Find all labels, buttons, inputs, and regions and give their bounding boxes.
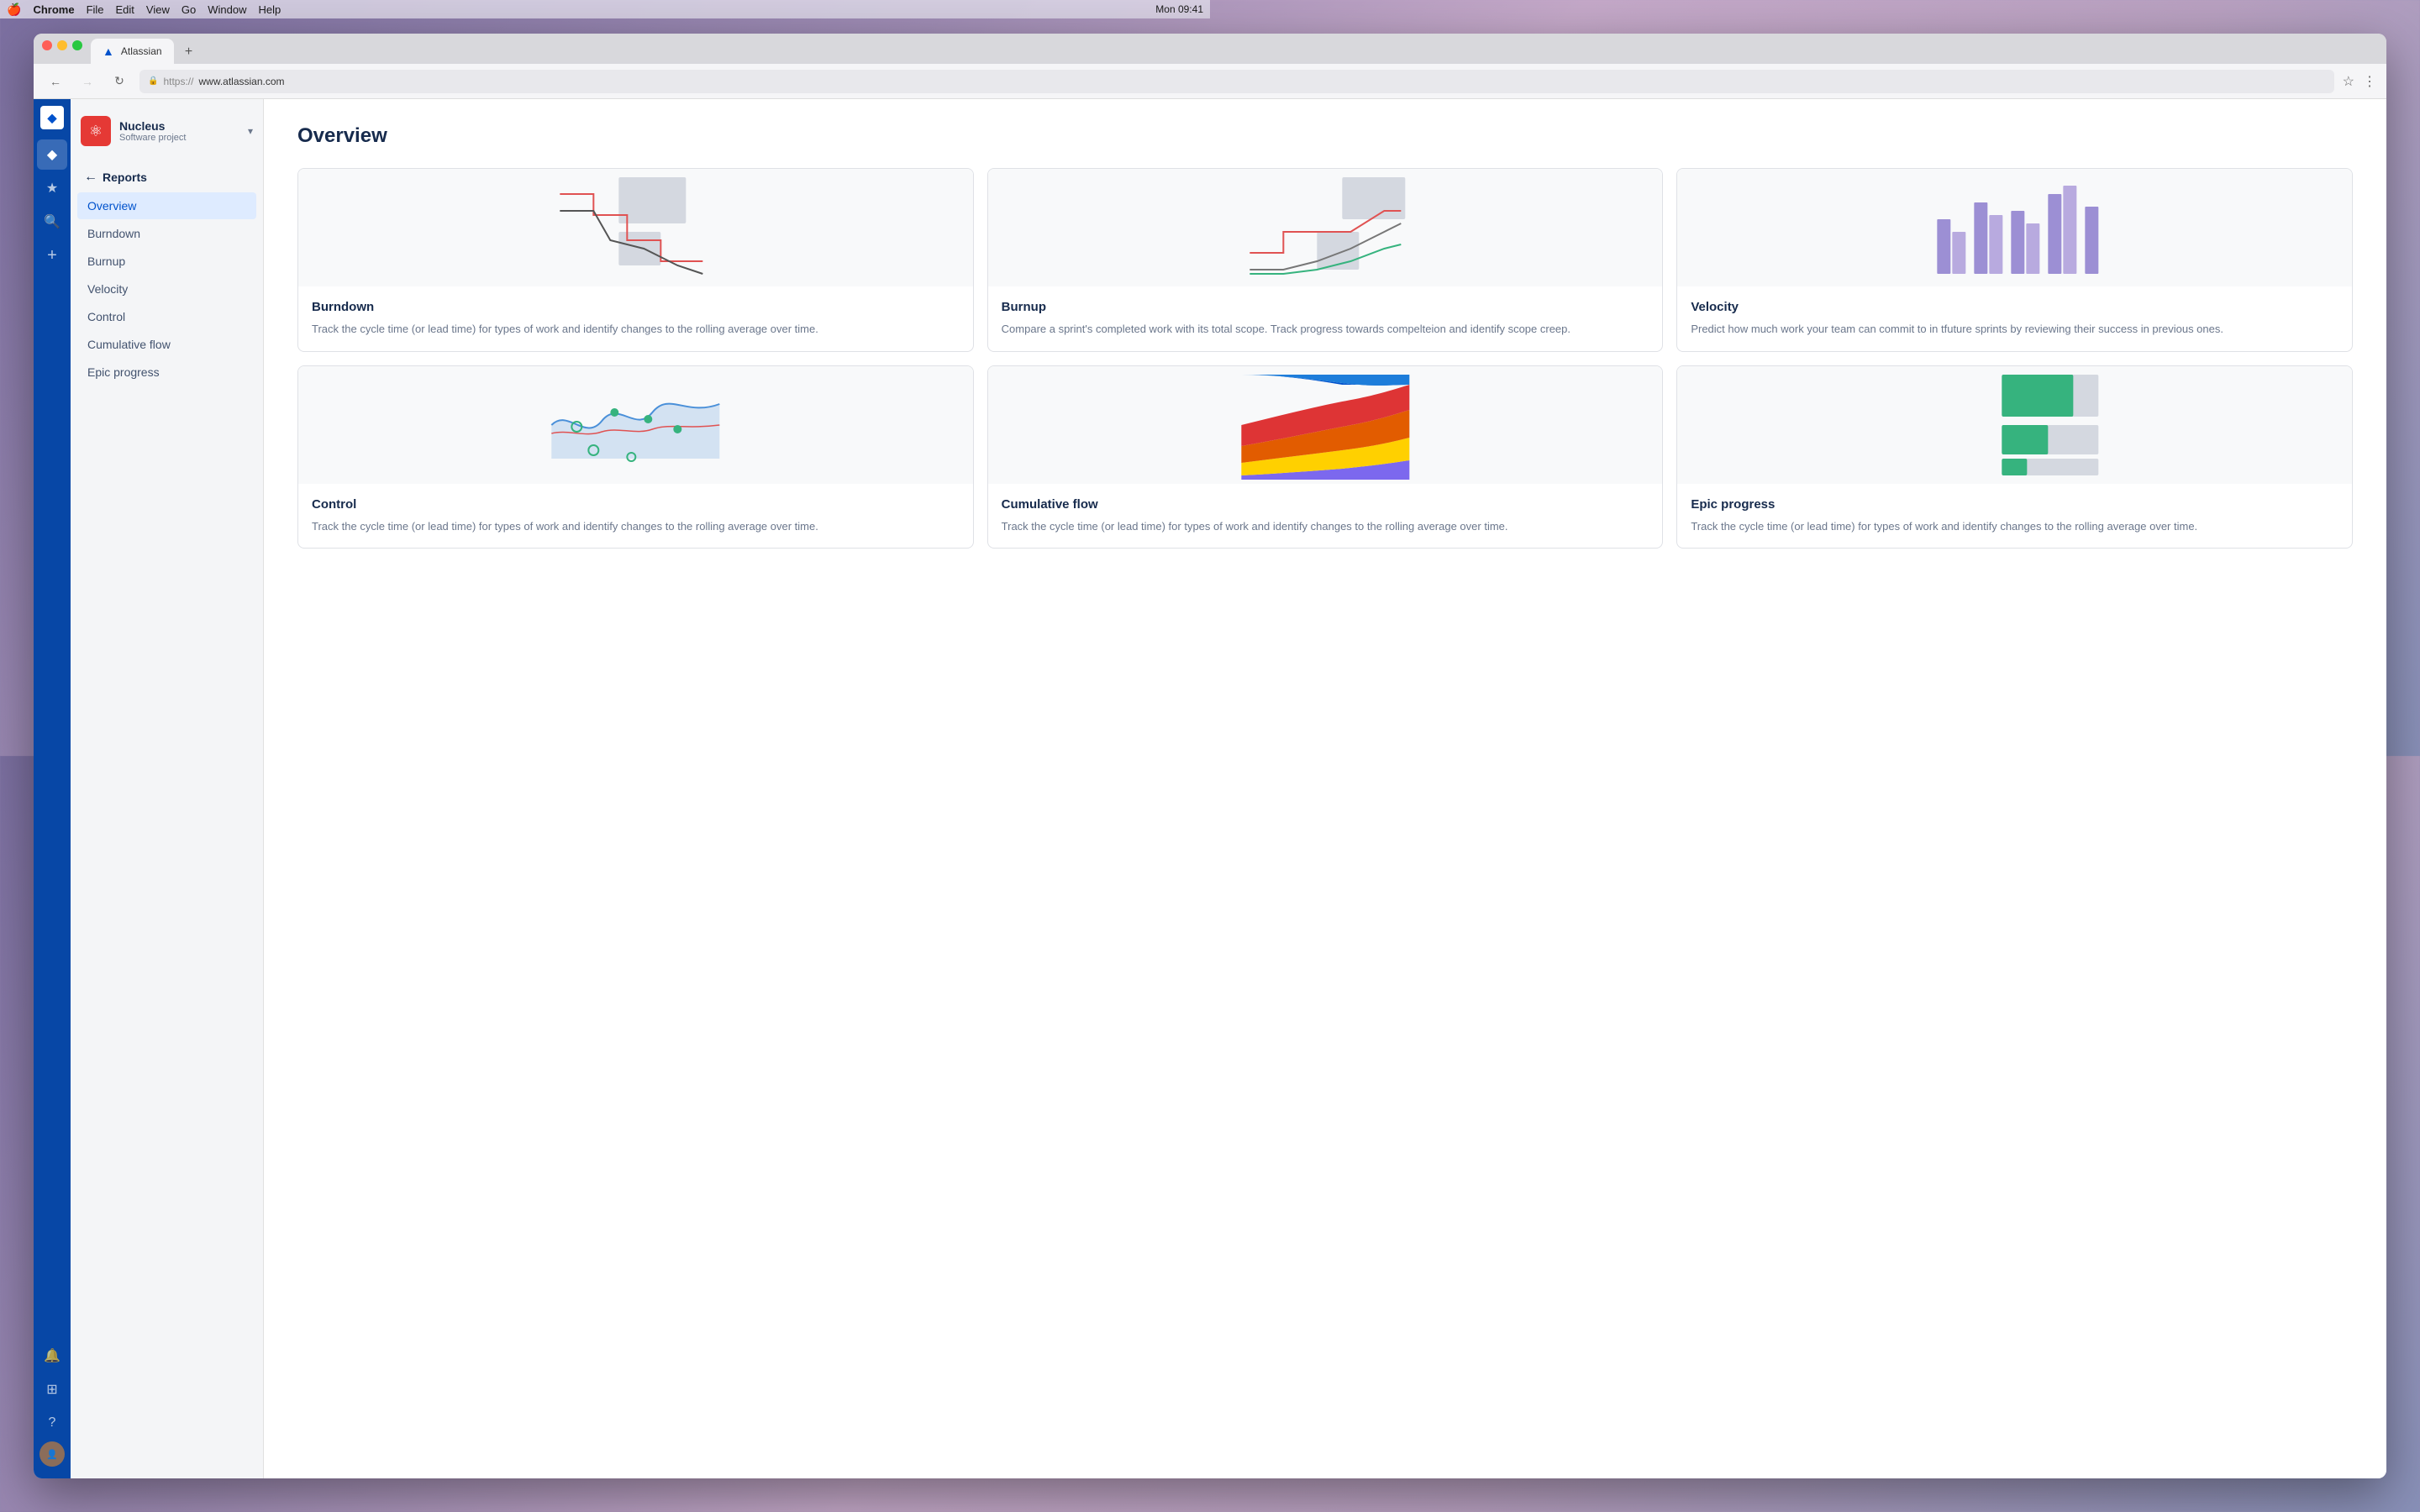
url-protocol: https:// (163, 76, 193, 87)
cumulative-flow-title: Cumulative flow (1002, 497, 1649, 512)
menubar-time: Mon 09:41 (1155, 3, 1203, 15)
burnup-desc: Compare a sprint's completed work with i… (1002, 321, 1649, 338)
home-icon[interactable]: ◆ (37, 139, 67, 170)
cumulative-flow-card[interactable]: Cumulative flow Track the cycle time (or… (987, 365, 1664, 549)
new-tab-button[interactable]: + (179, 42, 199, 62)
burndown-card-body: Burndown Track the cycle time (or lead t… (298, 286, 973, 351)
epic-progress-title: Epic progress (1691, 497, 2338, 512)
menubar: 🍎 Chrome File Edit View Go Window Help M… (0, 0, 1210, 18)
control-title: Control (312, 497, 960, 512)
active-tab[interactable]: ▲ Atlassian (91, 39, 174, 64)
sidebar-item-burndown[interactable]: Burndown (77, 220, 256, 247)
velocity-card-body: Velocity Predict how much work your team… (1677, 286, 2352, 351)
main-content: Overview (264, 99, 2386, 1478)
cards-grid: Burndown Track the cycle time (or lead t… (297, 168, 2353, 549)
page-title: Overview (297, 124, 2353, 148)
forward-nav-button[interactable]: → (76, 70, 99, 93)
control-desc: Track the cycle time (or lead time) for … (312, 518, 960, 535)
sidebar-item-overview[interactable]: Overview (77, 192, 256, 219)
sidebar-back-label: Reports (103, 171, 147, 184)
atlassian-favicon: ▲ (103, 45, 114, 58)
cumulative-flow-card-body: Cumulative flow Track the cycle time (or… (988, 484, 1663, 549)
back-arrow-icon: ← (84, 170, 97, 185)
project-header: ⚛ Nucleus Software project ▾ (71, 109, 263, 153)
sidebar-item-velocity[interactable]: Velocity (77, 276, 256, 302)
starred-icon[interactable]: ★ (37, 173, 67, 203)
notifications-icon[interactable]: 🔔 (37, 1341, 67, 1371)
apps-icon[interactable]: ⊞ (37, 1374, 67, 1404)
tab-bar: ▲ Atlassian + (34, 34, 2386, 64)
burndown-desc: Track the cycle time (or lead time) for … (312, 321, 960, 338)
menubar-view[interactable]: View (146, 3, 170, 16)
burndown-card[interactable]: Burndown Track the cycle time (or lead t… (297, 168, 974, 352)
control-card[interactable]: Control Track the cycle time (or lead ti… (297, 365, 974, 549)
tab-label: Atlassian (121, 45, 162, 57)
cumulative-flow-chart (988, 366, 1663, 484)
back-nav-button[interactable]: ← (44, 70, 67, 93)
velocity-title: Velocity (1691, 300, 2338, 314)
atlassian-logo[interactable]: ◆ (40, 106, 64, 129)
project-name: Nucleus (119, 119, 239, 133)
burnup-card-body: Burnup Compare a sprint's completed work… (988, 286, 1663, 351)
sidebar-item-epic-progress[interactable]: Epic progress (77, 359, 256, 386)
velocity-desc: Predict how much work your team can comm… (1691, 321, 2338, 338)
burndown-title: Burndown (312, 300, 960, 314)
sidebar: ⚛ Nucleus Software project ▾ ← Reports O… (71, 99, 264, 1478)
search-icon[interactable]: 🔍 (37, 207, 67, 237)
project-type: Software project (119, 133, 239, 143)
sidebar-item-burnup[interactable]: Burnup (77, 248, 256, 275)
menubar-file[interactable]: File (87, 3, 104, 16)
more-options-icon[interactable]: ⋮ (2363, 73, 2376, 90)
minimize-button[interactable] (57, 40, 67, 50)
burnup-card[interactable]: Burnup Compare a sprint's completed work… (987, 168, 1664, 352)
bookmark-icon[interactable]: ☆ (2343, 73, 2354, 90)
sidebar-nav: ← Reports Overview Burndown Burnup Veloc… (71, 163, 263, 386)
menubar-help[interactable]: Help (258, 3, 281, 16)
help-icon[interactable]: ? (37, 1408, 67, 1438)
sidebar-item-control[interactable]: Control (77, 303, 256, 330)
epic-progress-card-body: Epic progress Track the cycle time (or l… (1677, 484, 2352, 549)
project-chevron-icon[interactable]: ▾ (248, 125, 253, 137)
app-layout: ◆ ◆ ★ 🔍 + 🔔 ⊞ ? 👤 ⚛ Nucleus Software pro… (34, 99, 2386, 1478)
address-bar: ← → ↻ 🔒 https:// www.atlassian.com ☆ ⋮ (34, 64, 2386, 99)
nav-rail: ◆ ◆ ★ 🔍 + 🔔 ⊞ ? 👤 (34, 99, 71, 1478)
epic-progress-chart (1677, 366, 2352, 484)
project-icon: ⚛ (81, 116, 111, 146)
create-icon[interactable]: + (37, 240, 67, 270)
menubar-edit[interactable]: Edit (116, 3, 134, 16)
velocity-chart (1677, 169, 2352, 286)
menubar-window[interactable]: Window (208, 3, 246, 16)
reload-button[interactable]: ↻ (108, 70, 131, 93)
burnup-title: Burnup (1002, 300, 1649, 314)
fullscreen-button[interactable] (72, 40, 82, 50)
user-avatar[interactable]: 👤 (39, 1441, 65, 1467)
close-button[interactable] (42, 40, 52, 50)
cumulative-flow-desc: Track the cycle time (or lead time) for … (1002, 518, 1649, 535)
traffic-lights (42, 40, 82, 50)
burnup-chart (988, 169, 1663, 286)
menubar-go[interactable]: Go (182, 3, 196, 16)
epic-progress-desc: Track the cycle time (or lead time) for … (1691, 518, 2338, 535)
control-chart (298, 366, 973, 484)
address-input[interactable]: 🔒 https:// www.atlassian.com (139, 70, 2334, 93)
velocity-card[interactable]: Velocity Predict how much work your team… (1676, 168, 2353, 352)
burndown-chart (298, 169, 973, 286)
url-domain: www.atlassian.com (198, 76, 284, 87)
menubar-chrome[interactable]: Chrome (33, 3, 74, 16)
lock-icon: 🔒 (148, 76, 158, 86)
browser-window: ▲ Atlassian + ← → ↻ 🔒 https:// www.atlas… (34, 34, 2386, 1478)
control-card-body: Control Track the cycle time (or lead ti… (298, 484, 973, 549)
sidebar-item-cumulative-flow[interactable]: Cumulative flow (77, 331, 256, 358)
sidebar-back-button[interactable]: ← Reports (77, 163, 256, 192)
apple-menu[interactable]: 🍎 (7, 3, 21, 17)
epic-progress-card[interactable]: Epic progress Track the cycle time (or l… (1676, 365, 2353, 549)
